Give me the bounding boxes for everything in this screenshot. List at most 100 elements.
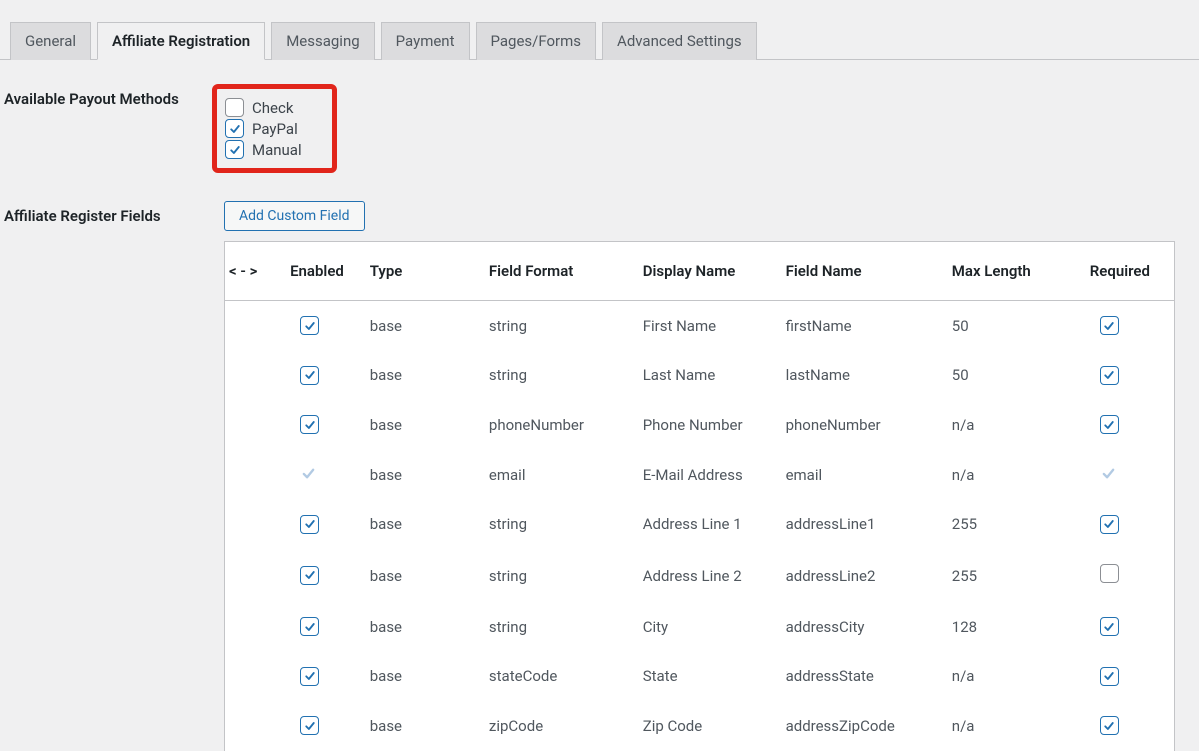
payout-label: Check bbox=[252, 99, 293, 117]
cell-format: string bbox=[481, 301, 635, 351]
cell-field: addressLine2 bbox=[778, 549, 944, 602]
payout-method-paypal: PayPal bbox=[225, 118, 302, 139]
required-checkbox[interactable] bbox=[1100, 617, 1119, 636]
payout-label: PayPal bbox=[252, 120, 298, 138]
cell-type: base bbox=[362, 549, 481, 602]
cell-field: addressZipCode bbox=[778, 701, 944, 751]
enabled-checkbox[interactable] bbox=[300, 515, 319, 534]
cell-field: phoneNumber bbox=[778, 400, 944, 450]
cell-display: State bbox=[635, 652, 778, 702]
payout-methods-highlight: Check PayPal Manual bbox=[212, 84, 337, 173]
table-row: basestringFirst NamefirstName50 bbox=[225, 301, 1174, 351]
enabled-checkbox[interactable] bbox=[300, 617, 319, 636]
drag-handle[interactable] bbox=[225, 549, 282, 602]
enabled-checkbox[interactable] bbox=[300, 716, 319, 735]
col-format-header: Field Format bbox=[481, 242, 635, 301]
cell-type: base bbox=[362, 400, 481, 450]
payout-label: Manual bbox=[252, 141, 302, 159]
required-checkbox[interactable] bbox=[1100, 316, 1119, 335]
tab-general[interactable]: General bbox=[10, 22, 91, 60]
enabled-checkbox[interactable] bbox=[300, 566, 319, 585]
enabled-checkbox[interactable] bbox=[300, 415, 319, 434]
table-row: basephoneNumberPhone NumberphoneNumbern/… bbox=[225, 400, 1174, 450]
required-checkbox[interactable] bbox=[1100, 415, 1119, 434]
cell-display: Phone Number bbox=[635, 400, 778, 450]
enabled-checkbox[interactable] bbox=[300, 316, 319, 335]
tab-affiliate-registration[interactable]: Affiliate Registration bbox=[97, 22, 265, 60]
payout-checkbox-paypal[interactable] bbox=[225, 119, 244, 138]
cell-format: email bbox=[481, 450, 635, 500]
required-checkbox[interactable] bbox=[1100, 564, 1119, 583]
cell-format: zipCode bbox=[481, 701, 635, 751]
cell-type: base bbox=[362, 351, 481, 401]
cell-type: base bbox=[362, 450, 481, 500]
col-type-header: Type bbox=[362, 242, 481, 301]
register-fields-label: Affiliate Register Fields bbox=[4, 201, 224, 225]
cell-max: 255 bbox=[944, 549, 1082, 602]
cell-format: phoneNumber bbox=[481, 400, 635, 450]
cell-max: n/a bbox=[944, 450, 1082, 500]
col-display-header: Display Name bbox=[635, 242, 778, 301]
required-checkbox[interactable] bbox=[1100, 366, 1119, 385]
required-checkbox bbox=[1100, 465, 1117, 482]
cell-field: addressCity bbox=[778, 602, 944, 652]
col-field-header: Field Name bbox=[778, 242, 944, 301]
drag-handle[interactable] bbox=[225, 400, 282, 450]
required-checkbox[interactable] bbox=[1100, 667, 1119, 686]
cell-display: Zip Code bbox=[635, 701, 778, 751]
cell-display: Address Line 2 bbox=[635, 549, 778, 602]
required-checkbox[interactable] bbox=[1100, 515, 1119, 534]
payout-method-check: Check bbox=[225, 97, 302, 118]
cell-type: base bbox=[362, 652, 481, 702]
enabled-checkbox[interactable] bbox=[300, 667, 319, 686]
drag-handle[interactable] bbox=[225, 450, 282, 500]
table-row: basezipCodeZip CodeaddressZipCoden/a bbox=[225, 701, 1174, 751]
drag-handle[interactable] bbox=[225, 701, 282, 751]
table-row: basestringAddress Line 2addressLine2255 bbox=[225, 549, 1174, 602]
required-checkbox[interactable] bbox=[1100, 716, 1119, 735]
cell-max: n/a bbox=[944, 652, 1082, 702]
col-enabled-header: Enabled bbox=[282, 242, 362, 301]
drag-handle[interactable] bbox=[225, 500, 282, 550]
drag-handle[interactable] bbox=[225, 301, 282, 351]
cell-format: string bbox=[481, 500, 635, 550]
cell-type: base bbox=[362, 301, 481, 351]
payout-checkbox-manual[interactable] bbox=[225, 140, 244, 159]
col-drag-header: < - > bbox=[225, 242, 282, 301]
cell-field: addressState bbox=[778, 652, 944, 702]
table-row: basestringCityaddressCity128 bbox=[225, 602, 1174, 652]
tab-payment[interactable]: Payment bbox=[381, 22, 470, 60]
cell-max: n/a bbox=[944, 701, 1082, 751]
drag-handle[interactable] bbox=[225, 652, 282, 702]
col-required-header: Required bbox=[1082, 242, 1174, 301]
table-row: baseemailE-Mail Addressemailn/a bbox=[225, 450, 1174, 500]
cell-field: addressLine1 bbox=[778, 500, 944, 550]
add-custom-field-button[interactable]: Add Custom Field bbox=[224, 201, 365, 231]
cell-max: 128 bbox=[944, 602, 1082, 652]
cell-format: stateCode bbox=[481, 652, 635, 702]
cell-max: 255 bbox=[944, 500, 1082, 550]
enabled-checkbox[interactable] bbox=[300, 366, 319, 385]
cell-display: City bbox=[635, 602, 778, 652]
tab-pages-forms[interactable]: Pages/Forms bbox=[476, 22, 597, 60]
register-fields-table: < - > Enabled Type Field Format Display … bbox=[224, 241, 1175, 751]
tab-advanced-settings[interactable]: Advanced Settings bbox=[602, 22, 757, 60]
payout-checkbox-check[interactable] bbox=[225, 98, 244, 117]
cell-field: firstName bbox=[778, 301, 944, 351]
tab-messaging[interactable]: Messaging bbox=[271, 22, 374, 60]
settings-tabs: GeneralAffiliate RegistrationMessagingPa… bbox=[0, 0, 1199, 60]
cell-max: 50 bbox=[944, 351, 1082, 401]
drag-handle[interactable] bbox=[225, 351, 282, 401]
payout-method-manual: Manual bbox=[225, 139, 302, 160]
cell-display: Last Name bbox=[635, 351, 778, 401]
cell-format: string bbox=[481, 549, 635, 602]
cell-format: string bbox=[481, 351, 635, 401]
cell-max: n/a bbox=[944, 400, 1082, 450]
drag-handle[interactable] bbox=[225, 602, 282, 652]
col-max-header: Max Length bbox=[944, 242, 1082, 301]
cell-type: base bbox=[362, 500, 481, 550]
cell-display: First Name bbox=[635, 301, 778, 351]
cell-display: Address Line 1 bbox=[635, 500, 778, 550]
table-row: basestringAddress Line 1addressLine1255 bbox=[225, 500, 1174, 550]
cell-max: 50 bbox=[944, 301, 1082, 351]
